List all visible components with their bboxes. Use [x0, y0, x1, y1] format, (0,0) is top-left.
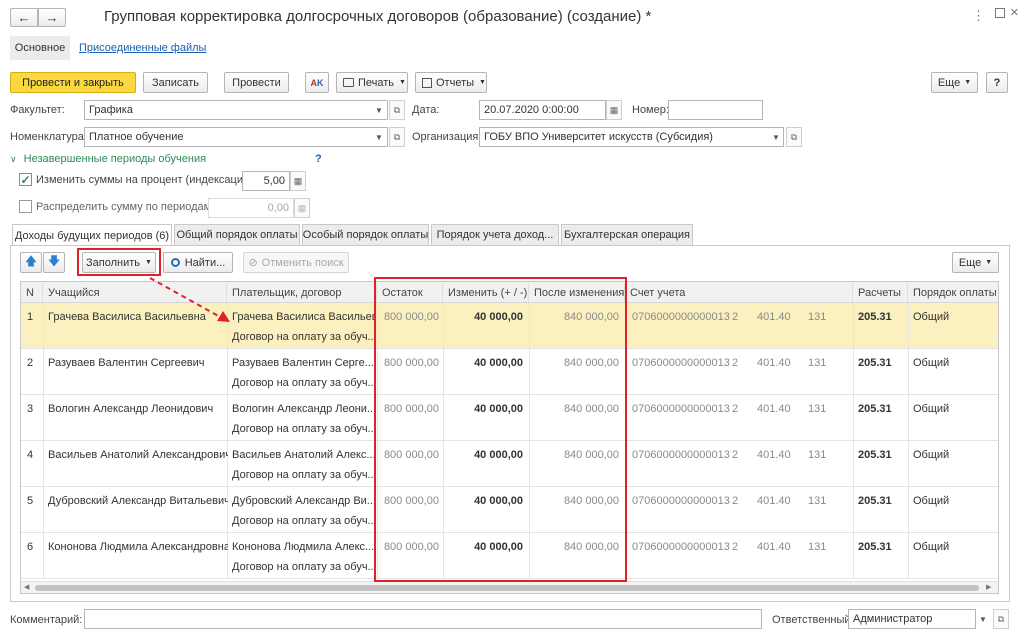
- comment-field[interactable]: [84, 609, 762, 629]
- responsible-dropdown-icon[interactable]: ▼: [976, 609, 990, 629]
- responsible-field[interactable]: Администратор: [848, 609, 976, 629]
- responsible-open-icon[interactable]: ⧉: [993, 609, 1009, 629]
- responsible-label: Ответственный:: [772, 614, 854, 626]
- comment-label: Комментарий:: [10, 614, 83, 626]
- annotation-arrow: [149, 277, 230, 322]
